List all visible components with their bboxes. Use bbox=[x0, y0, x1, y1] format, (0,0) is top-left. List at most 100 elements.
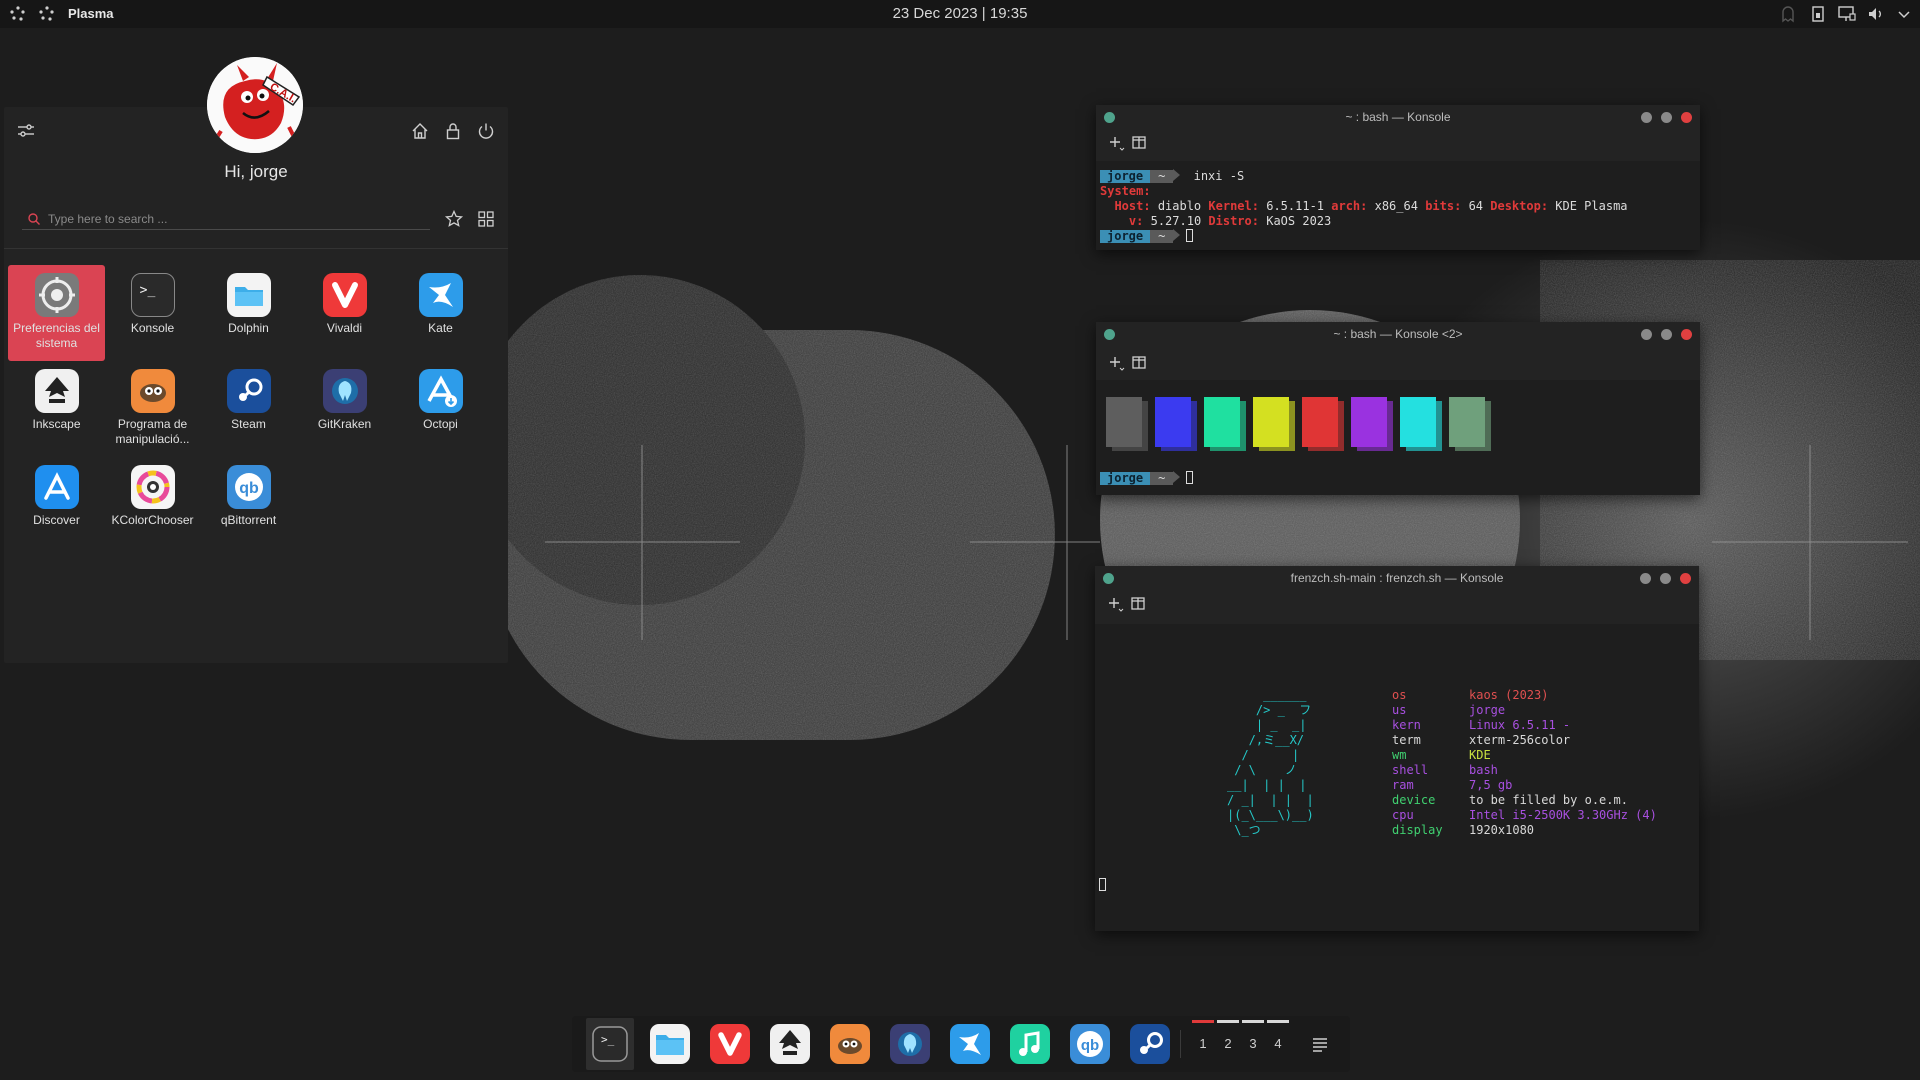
grid-view-icon[interactable] bbox=[476, 209, 496, 229]
app-octopi[interactable]: Octopi bbox=[392, 361, 489, 457]
clipboard-tray-icon[interactable] bbox=[1808, 4, 1828, 24]
network-tray-icon[interactable] bbox=[1837, 4, 1857, 24]
ghost-tray-icon[interactable] bbox=[1778, 4, 1798, 24]
dock-konsole[interactable]: >_ bbox=[586, 1018, 634, 1070]
app-gimp[interactable]: Programa de manipulació... bbox=[104, 361, 201, 457]
minimize-button[interactable] bbox=[1641, 112, 1652, 123]
split-view-icon[interactable] bbox=[1130, 354, 1148, 372]
dock-inkscape[interactable] bbox=[770, 1024, 810, 1064]
new-tab-icon[interactable] bbox=[1106, 595, 1124, 613]
app-vivaldi[interactable]: Vivaldi bbox=[296, 265, 393, 361]
konsole-window-1[interactable]: ~ : bash — Konsole jorge ~ inxi -S System… bbox=[1096, 105, 1700, 250]
clock[interactable]: 23 Dec 2023 | 19:35 bbox=[893, 5, 1028, 22]
text-cursor bbox=[1099, 878, 1106, 891]
prompt-user: jorge bbox=[1100, 230, 1151, 243]
split-view-icon[interactable] bbox=[1129, 595, 1147, 613]
gitkraken-icon bbox=[322, 369, 367, 413]
sliders-icon[interactable] bbox=[16, 121, 36, 141]
info-row: os kaos (2023) bbox=[1392, 688, 1548, 703]
workspace-indicator bbox=[1217, 1020, 1239, 1023]
plasma-menu-icon[interactable] bbox=[37, 4, 57, 24]
info-row: cpu Intel i5-2500K 3.30GHz (4) bbox=[1392, 808, 1657, 823]
dock-gimp[interactable] bbox=[830, 1024, 870, 1064]
app-label: Steam bbox=[231, 417, 266, 431]
distro-label: Distro: bbox=[1208, 214, 1259, 228]
chevron-down-icon[interactable] bbox=[1894, 4, 1914, 24]
dock-kate[interactable] bbox=[950, 1024, 990, 1064]
app-gitkraken[interactable]: GitKraken bbox=[296, 361, 393, 457]
close-button[interactable] bbox=[1680, 573, 1691, 584]
dock-gitkraken[interactable] bbox=[890, 1024, 930, 1064]
search-bar bbox=[22, 208, 430, 230]
home-icon[interactable] bbox=[410, 121, 430, 141]
app-kcolorchooser[interactable]: KColorChooser bbox=[104, 457, 201, 553]
dock-qbittorrent[interactable]: qb bbox=[1070, 1024, 1110, 1064]
desktop-label: Desktop: bbox=[1490, 199, 1549, 213]
avatar[interactable]: C.A.I. bbox=[207, 57, 303, 153]
maximize-button[interactable] bbox=[1661, 112, 1672, 123]
panel-name[interactable]: Plasma bbox=[68, 6, 114, 21]
minimize-button[interactable] bbox=[1640, 573, 1651, 584]
bits-label: bits: bbox=[1425, 199, 1462, 213]
workspace-2[interactable]: 2 bbox=[1217, 1036, 1239, 1051]
workspace-4[interactable]: 4 bbox=[1267, 1036, 1289, 1051]
konsole-window-2[interactable]: ~ : bash — Konsole <2> jorge ~ bbox=[1096, 322, 1700, 495]
window-title[interactable]: ~ : bash — Konsole bbox=[1096, 105, 1700, 129]
arch-value: x86_64 bbox=[1374, 199, 1418, 213]
pin-button[interactable] bbox=[1103, 573, 1114, 584]
text-cursor bbox=[1186, 471, 1194, 484]
dock-dolphin[interactable] bbox=[650, 1024, 690, 1064]
host-value: diablo bbox=[1157, 199, 1202, 213]
split-view-icon[interactable] bbox=[1130, 134, 1148, 152]
minimize-button[interactable] bbox=[1641, 329, 1652, 340]
maximize-button[interactable] bbox=[1661, 329, 1672, 340]
close-button[interactable] bbox=[1681, 329, 1692, 340]
window-list-icon[interactable] bbox=[1310, 1034, 1330, 1054]
kcolorchooser-icon bbox=[130, 465, 175, 509]
volume-tray-icon[interactable] bbox=[1866, 4, 1886, 24]
close-button[interactable] bbox=[1681, 112, 1692, 123]
app-inkscape[interactable]: Inkscape bbox=[8, 361, 105, 457]
info-value: 1920x1080 bbox=[1469, 823, 1535, 837]
window-title[interactable]: ~ : bash — Konsole <2> bbox=[1096, 322, 1700, 346]
app-kate[interactable]: Kate bbox=[392, 265, 489, 361]
terminal-output[interactable]: jorge ~ inxi -S System: Host: diablo Kern… bbox=[1096, 161, 1700, 250]
kaos-launcher-icon[interactable] bbox=[8, 4, 28, 24]
dock-vivaldi[interactable] bbox=[710, 1024, 750, 1064]
info-key: cpu bbox=[1392, 808, 1414, 822]
power-icon[interactable] bbox=[476, 121, 496, 141]
new-tab-icon[interactable] bbox=[1107, 354, 1125, 372]
lock-icon[interactable] bbox=[443, 121, 463, 141]
dock-music[interactable] bbox=[1010, 1024, 1050, 1064]
maximize-button[interactable] bbox=[1660, 573, 1671, 584]
pin-button[interactable] bbox=[1104, 329, 1115, 340]
app-steam[interactable]: Steam bbox=[200, 361, 297, 457]
pin-button[interactable] bbox=[1104, 112, 1115, 123]
app-discover[interactable]: Discover bbox=[8, 457, 105, 553]
search-input[interactable] bbox=[48, 211, 430, 226]
info-key: wm bbox=[1392, 748, 1407, 762]
app-konsole[interactable]: >_ Konsole bbox=[104, 265, 201, 361]
window-title[interactable]: frenzch.sh-main : frenzch.sh — Konsole bbox=[1095, 566, 1699, 590]
dock-steam[interactable] bbox=[1130, 1024, 1170, 1064]
app-label: Inkscape bbox=[32, 417, 81, 431]
terminal-output[interactable]: ______ /> _ フ | _ _| /,ミ__X/ / | / \ ノ _… bbox=[1095, 624, 1699, 931]
steam-icon bbox=[1140, 1032, 1163, 1054]
octopi-icon bbox=[418, 369, 463, 413]
info-key: us bbox=[1392, 703, 1407, 717]
app-qbittorrent[interactable]: qb qBittorrent bbox=[200, 457, 297, 553]
app-label: Programa de manipulació... bbox=[115, 417, 190, 446]
version-value: 5.27.10 bbox=[1150, 214, 1202, 228]
workspace-indicator bbox=[1267, 1020, 1289, 1023]
new-tab-icon[interactable] bbox=[1107, 134, 1125, 152]
distro-value: KaOS 2023 bbox=[1266, 214, 1332, 228]
app-dolphin[interactable]: Dolphin bbox=[200, 265, 297, 361]
color-swatch bbox=[1155, 397, 1191, 447]
workspace-1[interactable]: 1 bbox=[1192, 1036, 1214, 1051]
terminal-output[interactable]: jorge ~ bbox=[1096, 380, 1700, 495]
prompt-user: jorge bbox=[1100, 472, 1151, 485]
app-system-settings[interactable]: Preferencias del sistema bbox=[8, 265, 105, 361]
favorites-star-icon[interactable] bbox=[444, 209, 464, 229]
konsole-window-3[interactable]: frenzch.sh-main : frenzch.sh — Konsole _… bbox=[1095, 566, 1699, 931]
workspace-3[interactable]: 3 bbox=[1242, 1036, 1264, 1051]
